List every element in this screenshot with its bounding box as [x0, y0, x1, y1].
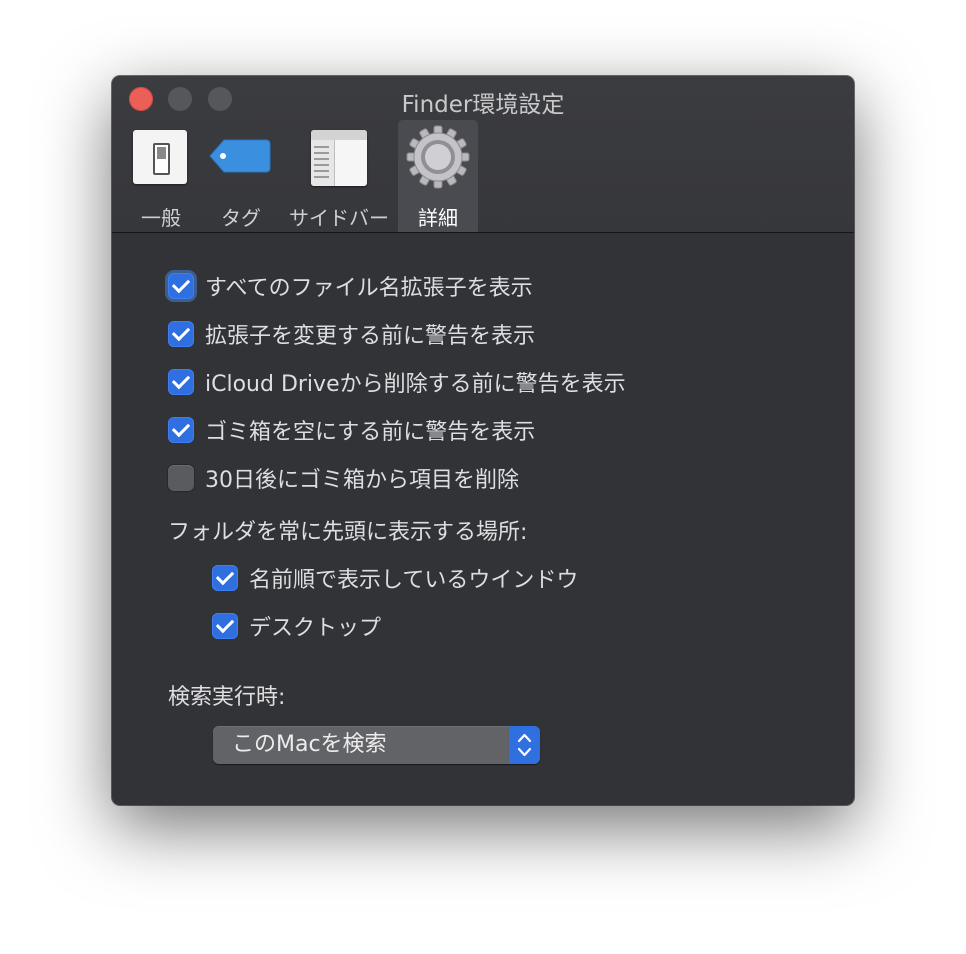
option-label: 名前順で表示しているウインドウ [249, 568, 579, 593]
warn-extension-change-checkbox[interactable] [168, 321, 194, 347]
tab-label-sidebar: サイドバー [289, 206, 389, 230]
search-scope-heading: 検索実行時: [168, 685, 286, 710]
option-label: iCloud Driveから削除する前に警告を表示 [205, 372, 626, 397]
tab-label-advanced: 詳細 [418, 206, 458, 230]
finder-preferences-window: Finder環境設定 一般 タグ サイドバー 詳細 すべてのファイル名拡張子を表… [112, 76, 854, 805]
gear-icon [406, 125, 470, 189]
warn-icloud-delete-checkbox[interactable] [168, 369, 194, 395]
tab-general[interactable]: 一般 [126, 120, 196, 232]
tab-label-general: 一般 [141, 206, 181, 230]
option-warn-extension-change[interactable]: 拡張子を変更する前に警告を表示 [168, 318, 535, 350]
tab-sidebar[interactable]: サイドバー [284, 120, 394, 232]
option-label: 拡張子を変更する前に警告を表示 [205, 324, 536, 349]
option-folders-top-desktop[interactable]: デスクトップ [212, 610, 381, 642]
option-folders-top-name-sort[interactable]: 名前順で表示しているウインドウ [212, 562, 578, 594]
option-label: すべてのファイル名拡張子を表示 [205, 276, 533, 301]
option-show-extensions[interactable]: すべてのファイル名拡張子を表示 [168, 270, 533, 302]
tab-advanced[interactable]: 詳細 [398, 120, 478, 232]
chevron-up-down-icon [517, 733, 532, 757]
tag-icon [209, 139, 271, 173]
search-scope-value: このMacを検索 [232, 732, 387, 757]
sidebar-icon [311, 130, 367, 186]
option-warn-icloud-delete[interactable]: iCloud Driveから削除する前に警告を表示 [168, 366, 626, 398]
titlebar: Finder環境設定 一般 タグ サイドバー 詳細 [112, 76, 854, 233]
search-scope-popup[interactable]: このMacを検索 [213, 726, 540, 764]
window-title: Finder環境設定 [401, 92, 565, 118]
option-remove-trash-30-days[interactable]: 30日後にゴミ箱から項目を削除 [168, 462, 519, 494]
option-label: デスクトップ [249, 616, 382, 641]
popup-stepper[interactable] [509, 726, 540, 764]
option-label: ゴミ箱を空にする前に警告を表示 [205, 420, 536, 445]
folders-top-desktop-checkbox[interactable] [212, 613, 238, 639]
folders-on-top-heading: フォルダを常に先頭に表示する場所: [168, 520, 528, 545]
tab-tags[interactable]: タグ [200, 120, 282, 232]
remove-trash-30-days-checkbox[interactable] [168, 465, 194, 491]
folders-top-name-sort-checkbox[interactable] [212, 565, 238, 591]
general-switch-icon [133, 130, 187, 184]
option-label: 30日後にゴミ箱から項目を削除 [205, 468, 519, 493]
show-extensions-checkbox[interactable] [168, 273, 194, 299]
option-warn-empty-trash[interactable]: ゴミ箱を空にする前に警告を表示 [168, 414, 535, 446]
warn-empty-trash-checkbox[interactable] [168, 417, 194, 443]
tab-label-tags: タグ [221, 206, 261, 230]
